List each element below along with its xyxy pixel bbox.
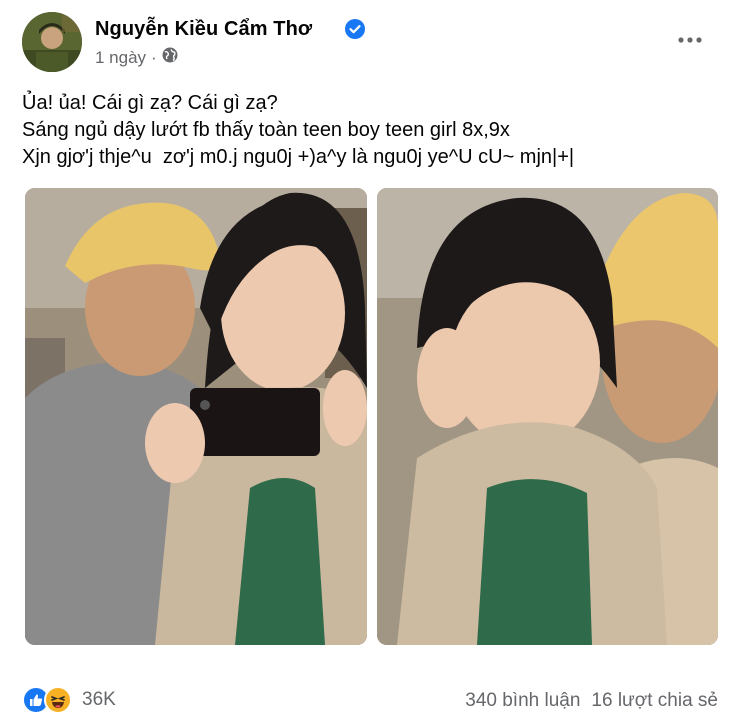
globe-icon[interactable] [162,47,178,68]
post-text-line: Sáng ngủ dậy lướt fb thấy toàn teen boy … [22,119,510,141]
post-stats: 340 bình luận 16 lượt chia sẻ [465,690,718,712]
post-photo-1[interactable] [25,188,367,645]
post-photo-2[interactable] [377,188,718,645]
verified-badge-icon [345,19,365,39]
post-header: Nguyễn Kiều Cẩm Thơ 1 ngày · [22,12,720,76]
post-text-line: Xjn gjơ'j thje^u zơ'j m0.j ngu0j +)a^y l… [22,146,575,168]
post-text: Ủa! ủa! Cái gì zạ? Cái gì zạ? Sáng ngủ d… [22,90,720,171]
post-time[interactable]: 1 ngày [95,48,146,68]
more-horizontal-icon [678,37,702,43]
post-footer: 36K 340 bình luận 16 lượt chia sẻ [20,684,720,718]
author-avatar[interactable] [22,12,82,72]
haha-reaction-icon [44,686,72,714]
author-name[interactable]: Nguyễn Kiều Cẩm Thơ [95,18,312,41]
more-options-button[interactable] [672,22,708,58]
post-text-line: Ủa! ủa! Cái gì zạ? Cái gì zạ? [22,92,278,114]
comment-count[interactable]: 340 bình luận [465,690,580,712]
separator-dot: · [151,47,157,67]
reaction-count: 36K [82,689,116,710]
post-meta: 1 ngày · [95,47,178,68]
reactions-summary[interactable]: 36K [22,686,116,714]
share-count[interactable]: 16 lượt chia sẻ [591,690,718,712]
